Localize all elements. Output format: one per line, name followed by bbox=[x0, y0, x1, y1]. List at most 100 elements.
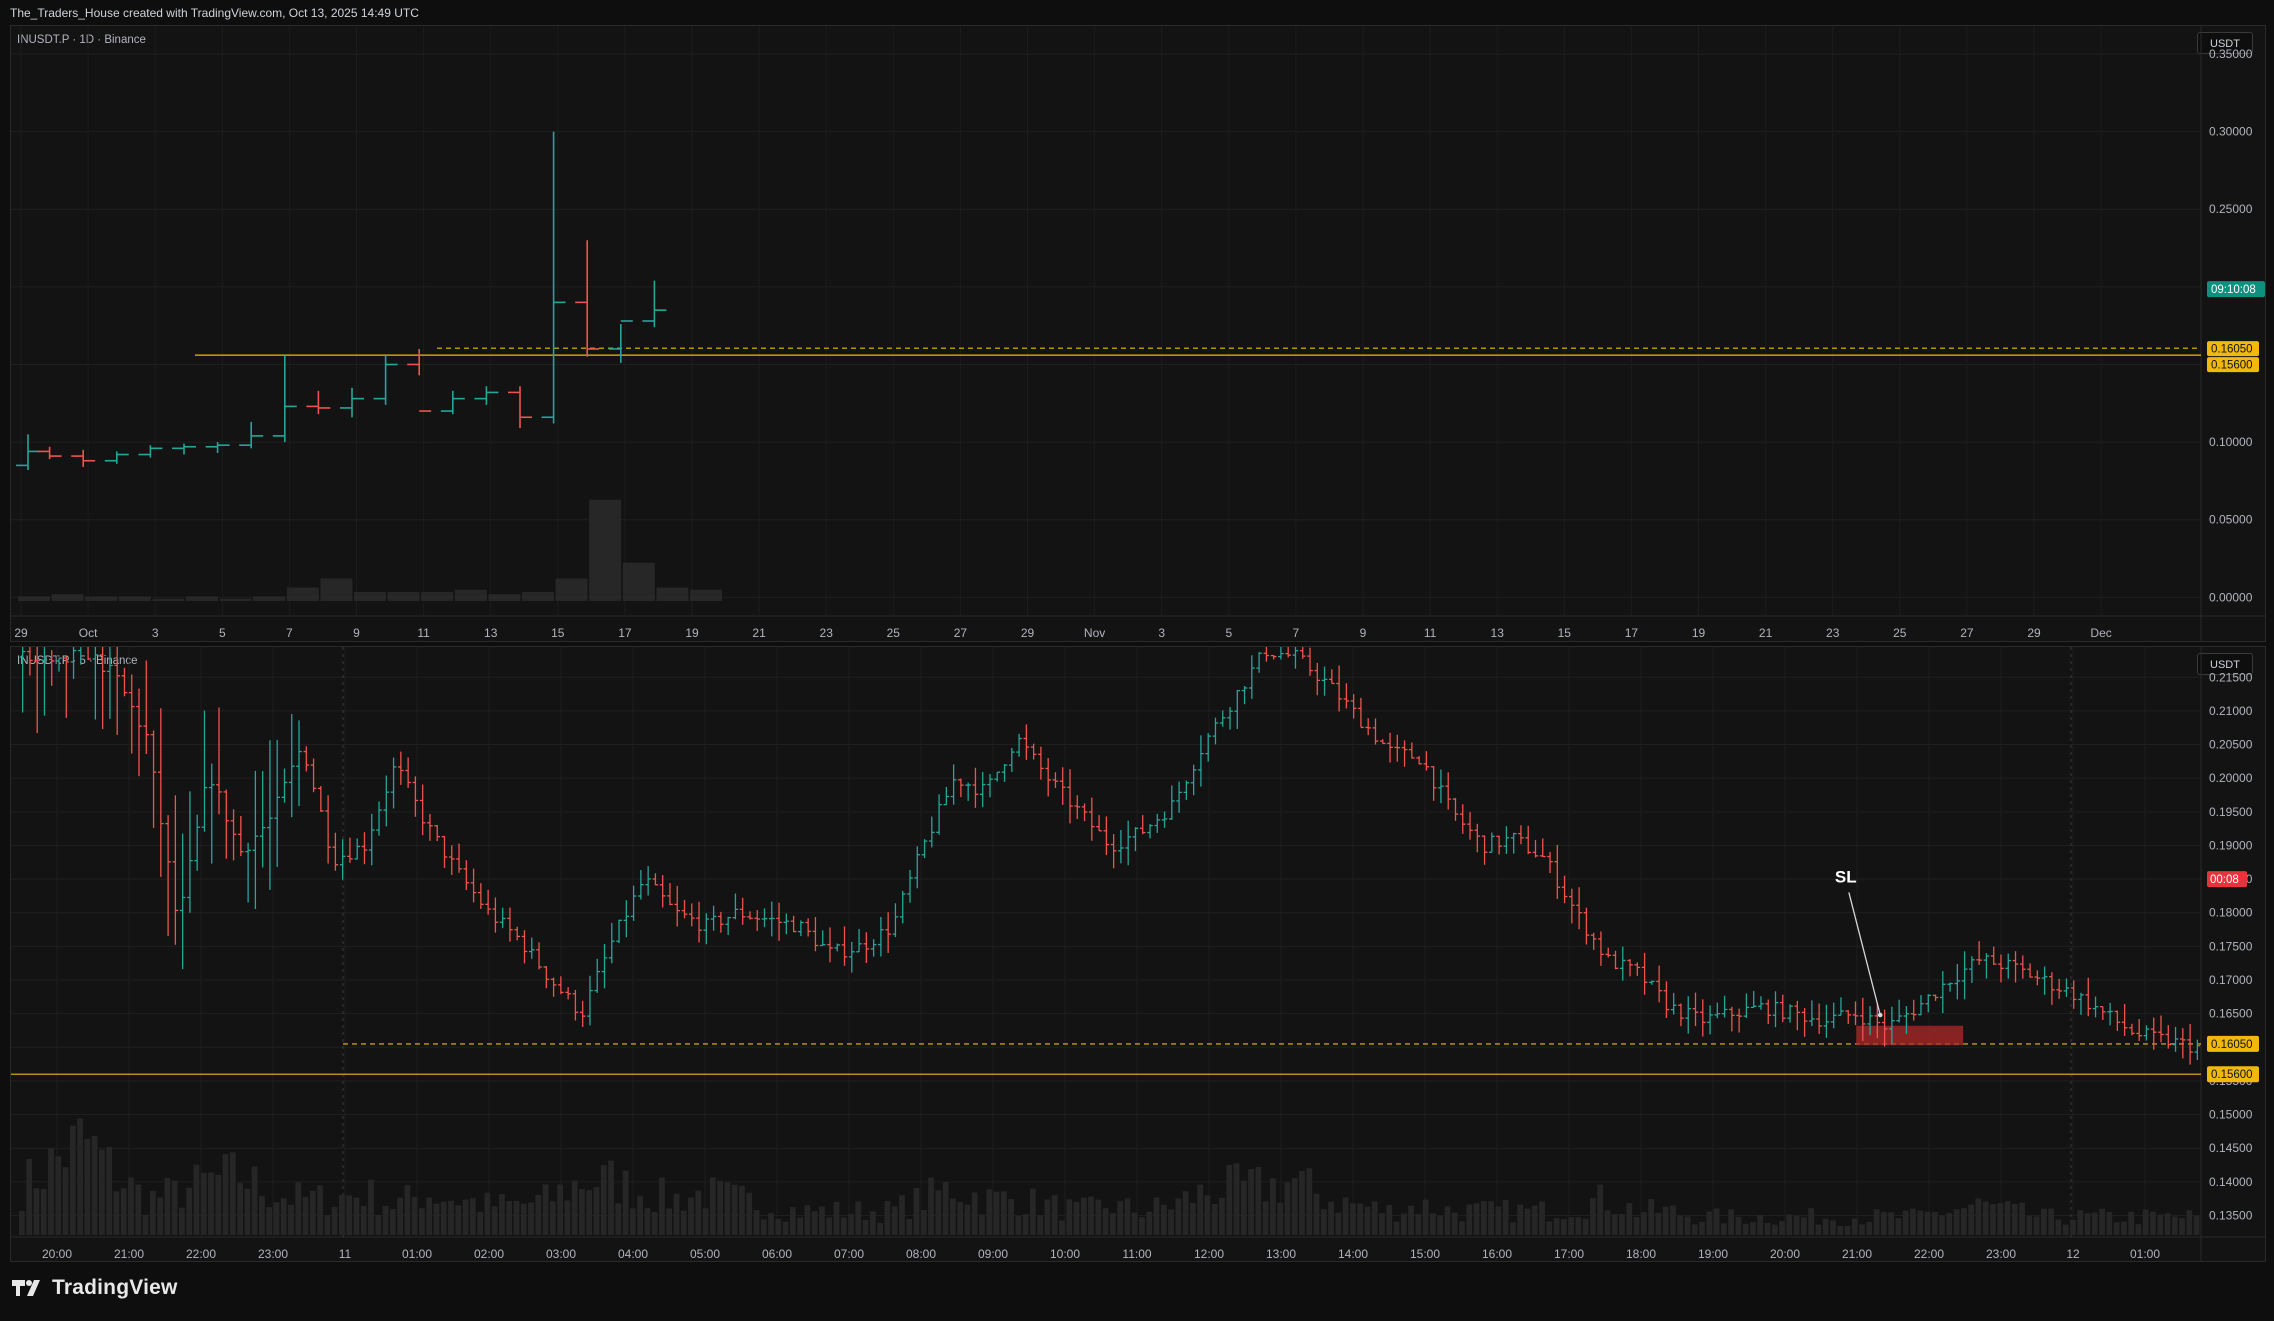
volume-bar bbox=[411, 1196, 418, 1235]
daily-chart-pane[interactable]: INUSDT.P · 1D · Binance USDT 0.35000 0.30… bbox=[10, 25, 2266, 642]
volume-bar bbox=[637, 1195, 644, 1235]
volume-bar bbox=[1939, 1215, 1945, 1235]
volume-bar bbox=[462, 1199, 469, 1235]
volume-bar bbox=[862, 1220, 869, 1235]
volume-bar bbox=[666, 1208, 673, 1235]
volume-bar bbox=[360, 1205, 367, 1235]
volume-bar bbox=[179, 1207, 185, 1235]
volume-bar bbox=[1560, 1218, 1567, 1235]
volume-bar bbox=[1851, 1218, 1858, 1235]
volume-bar bbox=[2048, 1208, 2055, 1235]
volume-bar bbox=[280, 1198, 287, 1235]
volume-bar bbox=[782, 1221, 789, 1235]
x-tick-label: 11 bbox=[1424, 626, 1437, 640]
volume-bar bbox=[1066, 1199, 1073, 1235]
x-tick-label: 19:00 bbox=[1698, 1247, 1728, 1261]
x-tick-label: 12 bbox=[2066, 1247, 2080, 1261]
x-tick-label: 01:00 bbox=[402, 1247, 432, 1261]
volume-bar bbox=[971, 1192, 978, 1235]
volume-bar bbox=[1350, 1203, 1356, 1235]
volume-bar bbox=[1495, 1206, 1502, 1235]
volume-bar bbox=[1131, 1212, 1138, 1235]
volume-bar bbox=[1590, 1198, 1596, 1235]
volume-bar bbox=[1117, 1200, 1124, 1235]
x-tick-label: 19 bbox=[1692, 626, 1706, 640]
volume-bar bbox=[1211, 1204, 1218, 1235]
volume-bar bbox=[506, 1200, 513, 1235]
x-tick-label: 3 bbox=[152, 626, 159, 640]
volume-bar bbox=[2157, 1214, 2164, 1235]
x-tick-label: 11 bbox=[339, 1247, 352, 1261]
x-tick-label: 27 bbox=[954, 626, 968, 640]
volume-bar bbox=[273, 1202, 280, 1235]
volume-bar bbox=[656, 587, 689, 601]
volume-bar bbox=[1531, 1205, 1538, 1235]
volume-bar bbox=[1342, 1197, 1349, 1235]
volume-bar bbox=[964, 1204, 971, 1235]
y-tick-label: 0.20000 bbox=[2209, 771, 2253, 785]
x-tick-label: 22:00 bbox=[186, 1247, 216, 1261]
y-tick-label: 0.21500 bbox=[2209, 670, 2253, 684]
tradingview-logo-text: TradingView bbox=[52, 1276, 178, 1299]
volume-bar bbox=[1684, 1216, 1691, 1235]
volume-bar bbox=[2091, 1212, 2098, 1235]
volume-bar bbox=[739, 1185, 745, 1235]
volume-bar bbox=[571, 1180, 578, 1235]
volume-bar bbox=[1619, 1213, 1625, 1235]
volume-bar bbox=[1931, 1212, 1938, 1235]
volume-bar bbox=[1000, 1191, 1007, 1235]
volume-bar bbox=[2179, 1218, 2185, 1235]
volume-bar bbox=[157, 1197, 163, 1235]
x-tick-label: 05:00 bbox=[690, 1247, 720, 1261]
volume-bar bbox=[1655, 1212, 1662, 1235]
volume-bar bbox=[555, 578, 588, 601]
volume-bar bbox=[1706, 1211, 1713, 1235]
volume-bar bbox=[1262, 1201, 1269, 1235]
volume-bar bbox=[1691, 1224, 1698, 1235]
volume-bar bbox=[775, 1218, 782, 1235]
volume-bar bbox=[2062, 1224, 2069, 1235]
y-tick-label: 0.13500 bbox=[2209, 1208, 2253, 1222]
volume-bar bbox=[1924, 1211, 1931, 1235]
volume-bar bbox=[542, 1184, 549, 1235]
volume-bar bbox=[1640, 1212, 1647, 1235]
y-tick-label: 0.21000 bbox=[2209, 704, 2253, 718]
volume-bar bbox=[695, 1190, 702, 1235]
daily-chart-canvas[interactable]: 0.350000.300000.250000.200000.150000.100… bbox=[11, 26, 2265, 641]
volume-bar bbox=[219, 598, 252, 601]
volume-bar bbox=[957, 1202, 964, 1235]
y-tick-label: 0.19500 bbox=[2209, 805, 2253, 819]
volume-bar bbox=[629, 1208, 636, 1235]
volume-bar bbox=[1240, 1180, 1247, 1235]
volume-bar bbox=[1859, 1224, 1865, 1235]
tradingview-logo[interactable]: TradingView bbox=[12, 1276, 178, 1300]
volume-bar bbox=[135, 1184, 142, 1235]
chart-credit-header: The_Traders_House created with TradingVi… bbox=[10, 6, 419, 20]
volume-bar bbox=[1466, 1204, 1473, 1235]
intraday-chart-canvas[interactable]: 0.21500 0.21000 0.20500 0.20000 0.19500 0.190… bbox=[11, 647, 2265, 1261]
volume-bar bbox=[1415, 1214, 1422, 1235]
volume-bar bbox=[1204, 1195, 1211, 1235]
volume-bar bbox=[1633, 1216, 1640, 1235]
volume-bar bbox=[26, 1158, 33, 1235]
volume-bar bbox=[2099, 1208, 2105, 1235]
volume-bar bbox=[1837, 1225, 1844, 1235]
intraday-chart-pane[interactable]: INUSDT.P · 5 · Binance USDT 0.21500 0.210… bbox=[10, 646, 2266, 1262]
volume-bar bbox=[1197, 1184, 1204, 1235]
volume-bar bbox=[128, 1177, 134, 1235]
volume-bar bbox=[1815, 1224, 1822, 1235]
volume-bar bbox=[1488, 1201, 1494, 1235]
x-tick-label: 23 bbox=[820, 626, 834, 640]
volume-bar bbox=[913, 1188, 920, 1235]
volume-bar bbox=[2128, 1211, 2135, 1235]
volume-bar bbox=[535, 1194, 542, 1235]
volume-bar bbox=[906, 1218, 913, 1235]
volume-bar bbox=[1597, 1184, 1604, 1235]
x-tick-label: 13:00 bbox=[1266, 1247, 1296, 1261]
volume-bar bbox=[1095, 1199, 1102, 1235]
volume-bar bbox=[484, 1192, 491, 1235]
x-tick-label: 03:00 bbox=[546, 1247, 576, 1261]
volume-bar bbox=[1786, 1214, 1793, 1235]
y-tick-label: 0.17500 bbox=[2209, 939, 2253, 953]
x-tick-label: 5 bbox=[1225, 626, 1232, 640]
